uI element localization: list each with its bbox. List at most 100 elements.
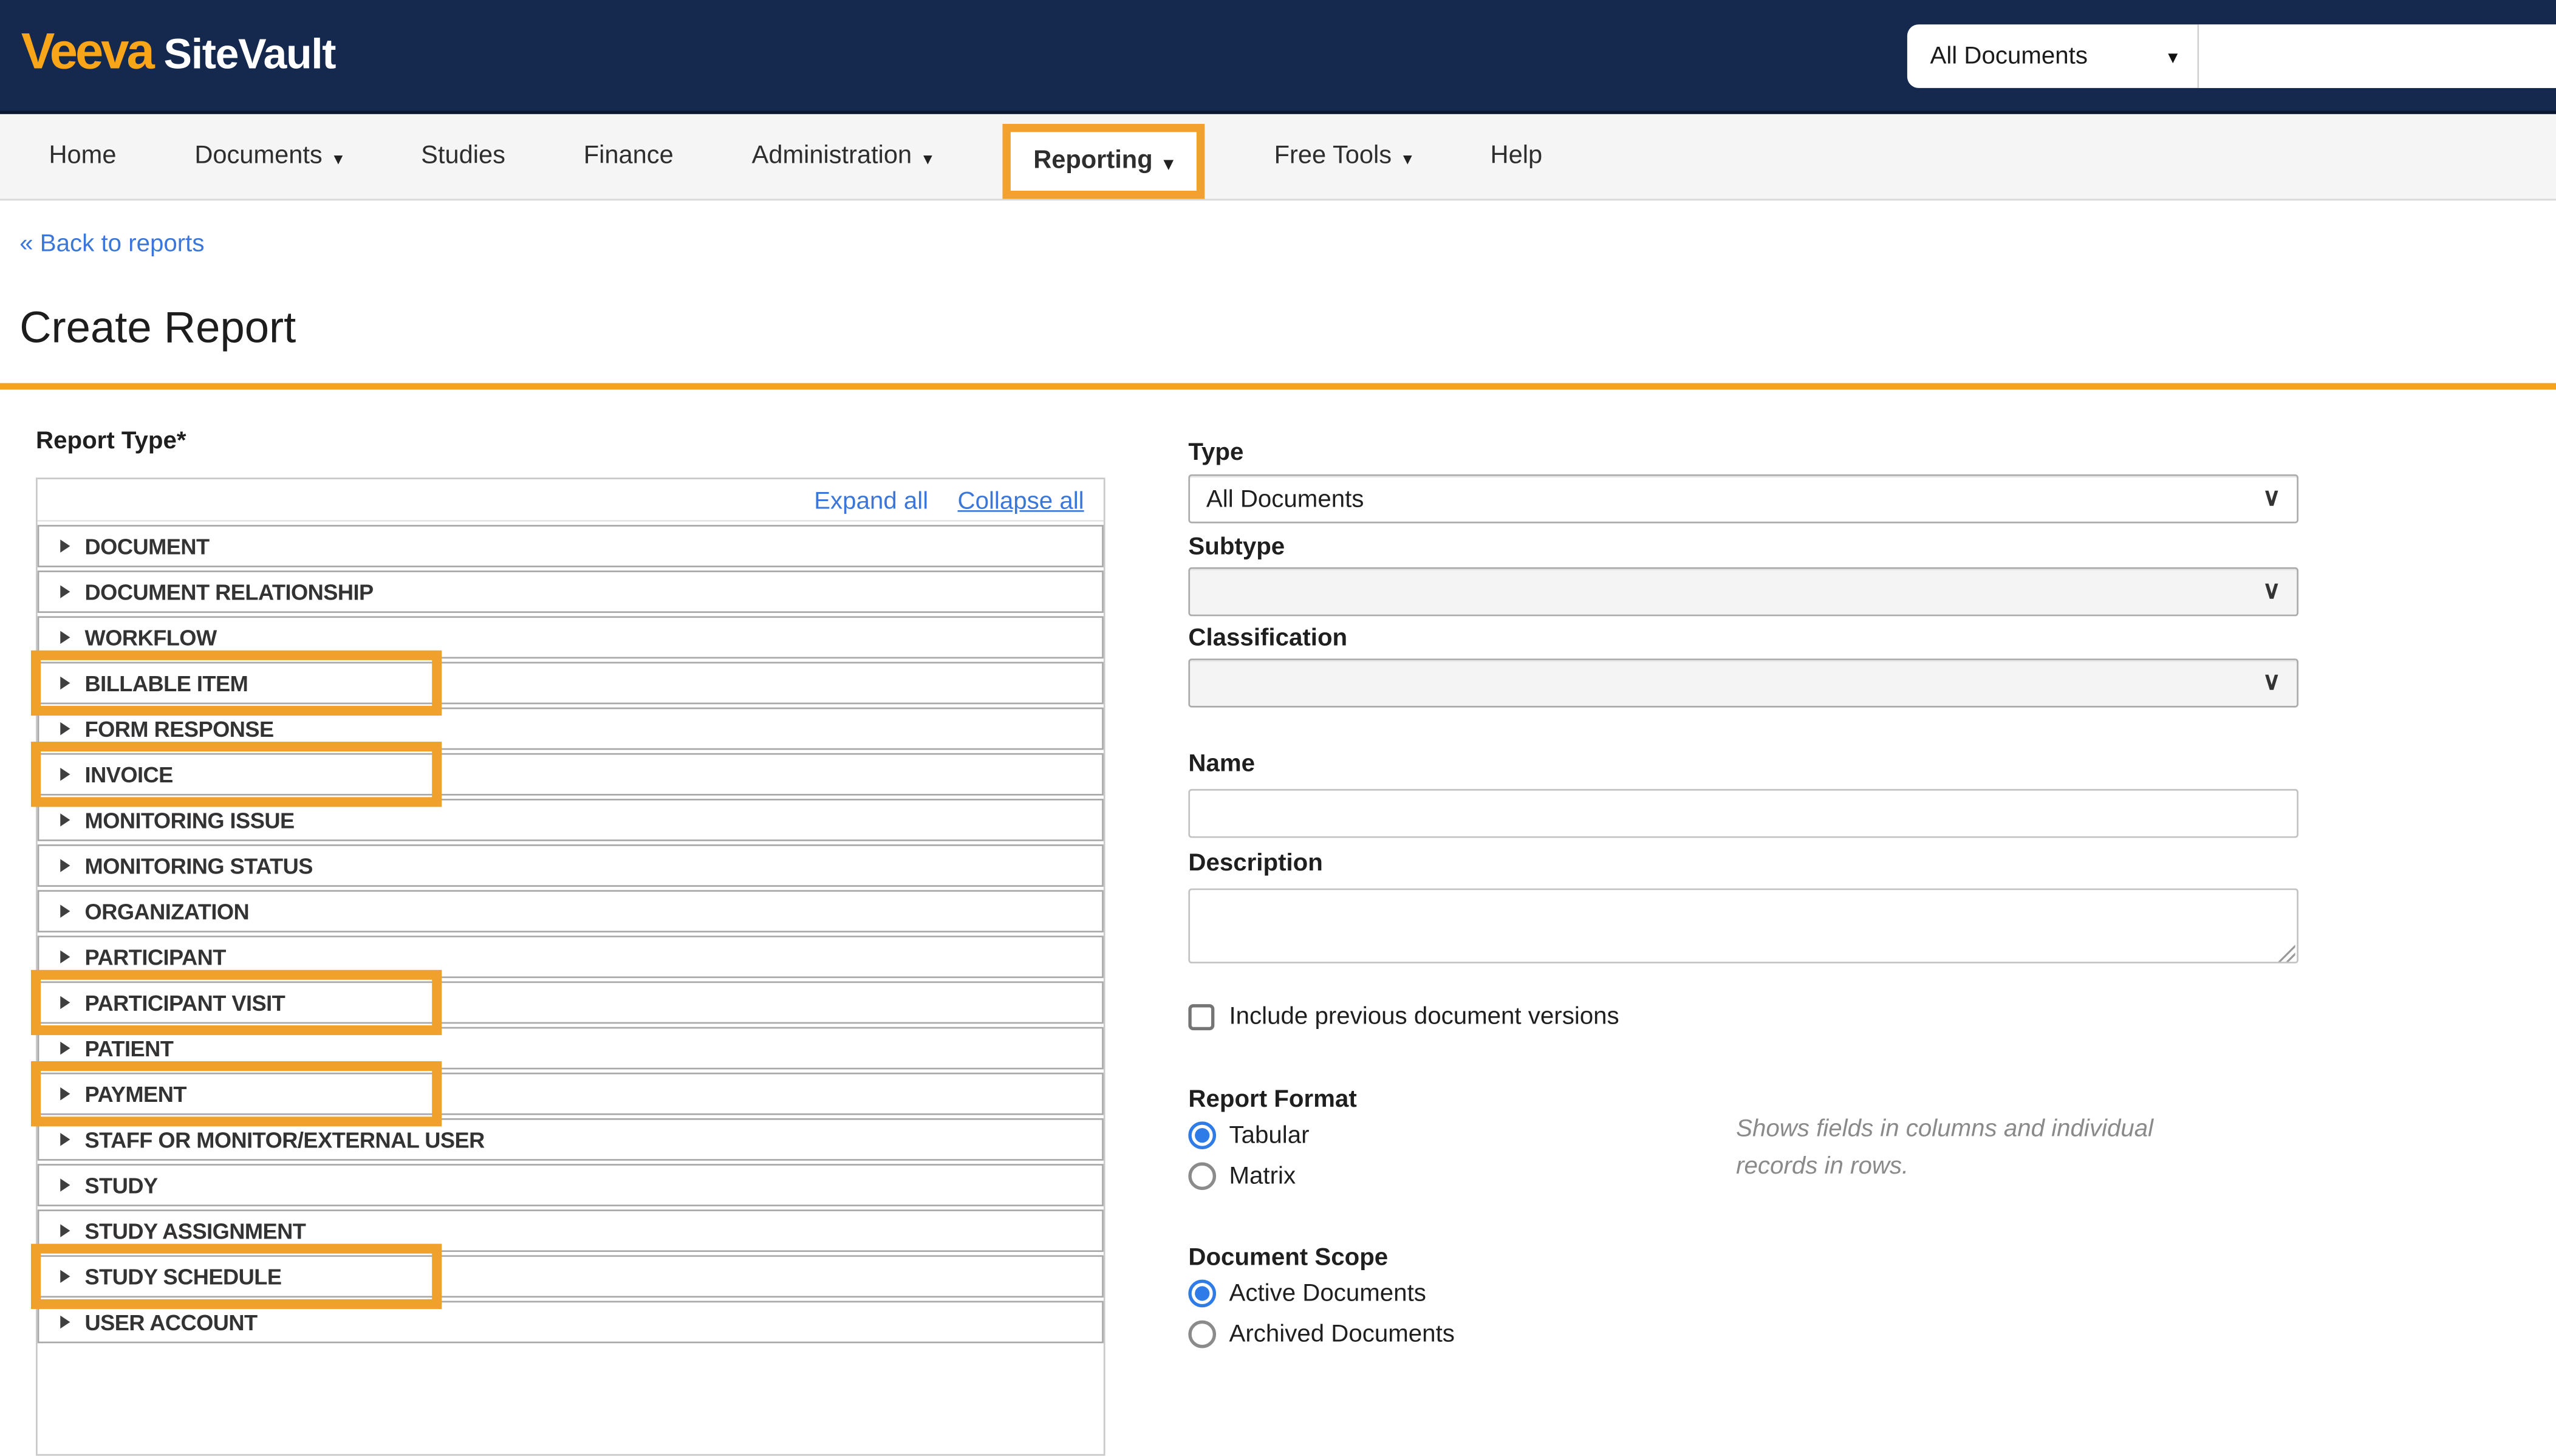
app-header: Veeva SiteVault All Documents ▾ <box>0 0 2556 114</box>
classification-select[interactable]: ∨ <box>1188 658 2298 708</box>
report-type-row-staff-or-monitor-external-user[interactable]: STAFF OR MONITOR/EXTERNAL USER <box>37 1118 1104 1161</box>
nav-item-home[interactable]: Home <box>49 142 117 171</box>
nav-item-reporting[interactable]: Reporting ▾ <box>1002 123 1205 199</box>
report-type-row-workflow[interactable]: WORKFLOW <box>37 616 1104 659</box>
triangle-right-icon <box>60 904 70 918</box>
name-input[interactable] <box>1188 788 2298 838</box>
archived-documents-radio[interactable] <box>1188 1320 1217 1348</box>
back-to-reports-link[interactable]: « Back to reports <box>19 230 204 258</box>
type-select[interactable]: All Documents ∨ <box>1188 474 2298 524</box>
report-type-row-document[interactable]: DOCUMENT <box>37 525 1104 567</box>
active-documents-label: Active Documents <box>1229 1279 1426 1308</box>
triangle-right-icon <box>60 813 70 827</box>
report-format-label: Report Format <box>1188 1085 1357 1113</box>
report-type-row-label: STUDY <box>84 1172 159 1198</box>
include-versions-checkbox[interactable] <box>1188 1003 1215 1030</box>
report-type-row-payment[interactable]: PAYMENT <box>30 1061 1104 1127</box>
triangle-right-icon <box>60 1224 70 1237</box>
active-documents-radio[interactable] <box>1188 1279 1217 1308</box>
caret-down-icon: ▾ <box>333 149 343 169</box>
report-type-row-label: USER ACCOUNT <box>84 1310 258 1335</box>
report-type-row-form-response[interactable]: FORM RESPONSE <box>37 707 1104 750</box>
textarea-resize-grip[interactable] <box>2277 943 2295 962</box>
triangle-right-icon <box>60 1087 70 1101</box>
document-scope-label: Document Scope <box>1188 1243 1389 1272</box>
nav-item-help[interactable]: Help <box>1491 142 1543 171</box>
type-label: Type <box>1188 438 1244 467</box>
report-type-row-invoice[interactable]: INVOICE <box>30 742 1104 807</box>
sitevault-logo-text: SiteVault <box>163 29 337 78</box>
report-type-row-participant[interactable]: PARTICIPANT <box>37 935 1104 979</box>
report-format-option-matrix[interactable]: Matrix <box>1188 1162 1296 1191</box>
subtype-select[interactable]: ∨ <box>1188 567 2298 617</box>
report-type-row-billable-item[interactable]: BILLABLE ITEM <box>30 650 1104 716</box>
include-versions-label: Include previous document versions <box>1229 1002 1619 1031</box>
nav-item-label: Free Tools <box>1274 142 1392 170</box>
triangle-right-icon <box>60 859 70 872</box>
sitevault-create-report-page: Veeva SiteVault All Documents ▾ Home Docu… <box>0 0 2556 1456</box>
report-type-row-label: PARTICIPANT VISIT <box>84 990 285 1015</box>
triangle-right-icon <box>60 1315 70 1329</box>
report-type-row-label: ORGANIZATION <box>84 899 250 924</box>
triangle-right-icon <box>60 585 70 598</box>
matrix-label: Matrix <box>1229 1162 1296 1191</box>
report-type-row-user-account[interactable]: USER ACCOUNT <box>37 1300 1104 1344</box>
triangle-right-icon <box>60 1178 70 1192</box>
caret-down-icon: ▾ <box>1164 154 1174 174</box>
global-search-bar: All Documents ▾ <box>1907 24 2556 88</box>
triangle-right-icon <box>60 950 70 964</box>
page-title: Create Report <box>19 303 296 352</box>
nav-item-label: Finance <box>583 142 674 170</box>
report-format-note: Shows fields in columns and individual r… <box>1736 1115 2154 1180</box>
triangle-right-icon <box>60 1041 70 1055</box>
veeva-sitevault-logo[interactable]: Veeva SiteVault <box>21 23 337 82</box>
nav-item-documents[interactable]: Documents ▾ <box>194 142 343 171</box>
search-scope-value: All Documents <box>1930 42 2088 70</box>
description-textarea[interactable] <box>1188 888 2298 964</box>
caret-down-icon: ▾ <box>2168 44 2178 68</box>
tabular-radio[interactable] <box>1188 1121 1217 1149</box>
report-type-row-label: PARTICIPANT <box>84 945 227 969</box>
nav-item-studies[interactable]: Studies <box>421 142 505 171</box>
classification-label: Classification <box>1188 624 1348 652</box>
report-type-row-label: MONITORING ISSUE <box>84 807 295 833</box>
report-type-row-document-relationship[interactable]: DOCUMENT RELATIONSHIP <box>37 570 1104 614</box>
report-type-row-label: DOCUMENT RELATIONSHIP <box>84 579 374 604</box>
report-type-row-study[interactable]: STUDY <box>37 1164 1104 1206</box>
search-scope-dropdown[interactable]: All Documents ▾ <box>1907 24 2199 88</box>
expand-collapse-row: Expand all Collapse all <box>37 481 1104 522</box>
nav-item-label: Administration <box>751 142 912 170</box>
report-type-row-label: MONITORING STATUS <box>84 853 313 878</box>
nav-item-label: Studies <box>421 142 505 170</box>
report-type-row-label: STUDY ASSIGNMENT <box>84 1218 306 1243</box>
report-type-row-monitoring-issue[interactable]: MONITORING ISSUE <box>37 798 1104 841</box>
report-type-row-organization[interactable]: ORGANIZATION <box>37 890 1104 933</box>
collapse-all-link[interactable]: Collapse all <box>958 487 1084 514</box>
matrix-radio[interactable] <box>1188 1162 1217 1191</box>
chevron-down-icon: ∨ <box>2262 668 2281 696</box>
report-type-panel: Expand all Collapse all DOCUMENT DOCUMENT… <box>30 477 1105 1456</box>
document-scope-option-active[interactable]: Active Documents <box>1188 1279 1426 1308</box>
name-label: Name <box>1188 750 1256 778</box>
chevron-down-icon: ∨ <box>2262 484 2281 512</box>
primary-nav: Home Documents ▾ Studies Finance Administrati… <box>0 114 2556 201</box>
triangle-right-icon <box>60 631 70 644</box>
nav-item-label: Documents <box>194 142 323 170</box>
nav-item-finance[interactable]: Finance <box>584 142 674 171</box>
expand-all-link[interactable]: Expand all <box>814 487 928 514</box>
report-type-row-participant-visit[interactable]: PARTICIPANT VISIT <box>30 969 1104 1036</box>
include-versions-row[interactable]: Include previous document versions <box>1188 1002 1619 1030</box>
nav-item-administration[interactable]: Administration ▾ <box>752 142 932 171</box>
nav-item-free-tools[interactable]: Free Tools ▾ <box>1274 142 1412 171</box>
global-search-input[interactable] <box>2199 24 2556 88</box>
report-type-row-study-assignment[interactable]: STUDY ASSIGNMENT <box>37 1209 1104 1253</box>
chevron-down-icon: ∨ <box>2262 577 2281 605</box>
report-type-row-study-schedule[interactable]: STUDY SCHEDULE <box>30 1243 1104 1309</box>
nav-item-label: Reporting <box>1033 146 1153 175</box>
report-type-row-patient[interactable]: PATIENT <box>37 1027 1104 1070</box>
report-type-row-label: INVOICE <box>84 762 174 787</box>
report-format-option-tabular[interactable]: Tabular <box>1188 1121 1310 1149</box>
report-type-row-monitoring-status[interactable]: MONITORING STATUS <box>37 844 1104 887</box>
report-type-label: Report Type* <box>36 427 186 455</box>
document-scope-option-archived[interactable]: Archived Documents <box>1188 1320 1455 1348</box>
